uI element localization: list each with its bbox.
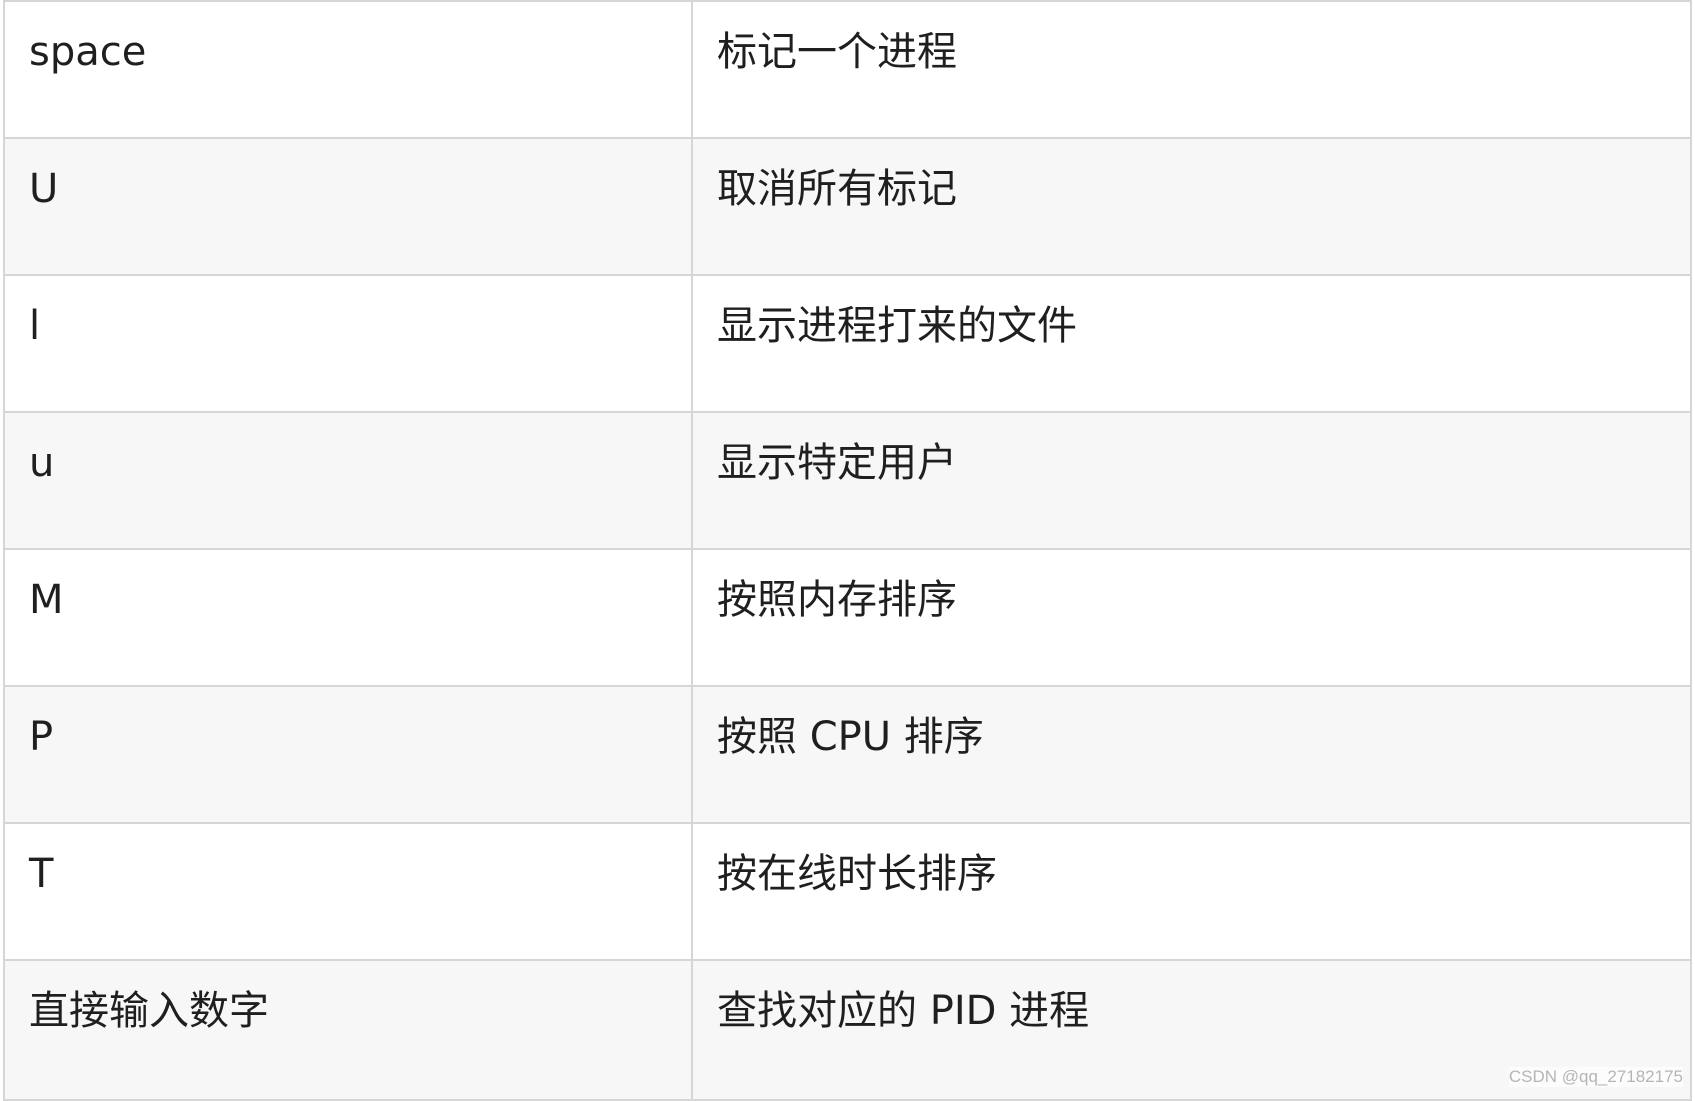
- key-cell: U: [3, 137, 693, 276]
- description-cell: 按照内存排序: [691, 548, 1692, 687]
- table-row: u 显示特定用户: [3, 411, 1692, 550]
- key-cell: P: [3, 685, 693, 824]
- watermark: CSDN @qq_27182175: [1508, 1067, 1683, 1087]
- key-cell: space: [3, 0, 693, 139]
- description-cell: 按照 CPU 排序: [691, 685, 1692, 824]
- table-row: M 按照内存排序: [3, 548, 1692, 687]
- key-cell: l: [3, 274, 693, 413]
- shortcut-table-body: space 标记一个进程 U 取消所有标记 l 显示进程打来的文件 u 显示特定…: [3, 0, 1692, 1101]
- description-cell: 显示特定用户: [691, 411, 1692, 550]
- table-row: 直接输入数字 查找对应的 PID 进程: [3, 959, 1692, 1101]
- table-row: l 显示进程打来的文件: [3, 274, 1692, 413]
- key-cell: T: [3, 822, 693, 961]
- table-row: U 取消所有标记: [3, 137, 1692, 276]
- key-cell: u: [3, 411, 693, 550]
- description-cell: 显示进程打来的文件: [691, 274, 1692, 413]
- table-row: P 按照 CPU 排序: [3, 685, 1692, 824]
- key-cell: M: [3, 548, 693, 687]
- shortcut-table: space 标记一个进程 U 取消所有标记 l 显示进程打来的文件 u 显示特定…: [3, 0, 1692, 1101]
- description-cell: 取消所有标记: [691, 137, 1692, 276]
- table-row: T 按在线时长排序: [3, 822, 1692, 961]
- table-row: space 标记一个进程: [3, 0, 1692, 139]
- key-cell: 直接输入数字: [3, 959, 693, 1101]
- description-cell: 标记一个进程: [691, 0, 1692, 139]
- description-cell: 按在线时长排序: [691, 822, 1692, 961]
